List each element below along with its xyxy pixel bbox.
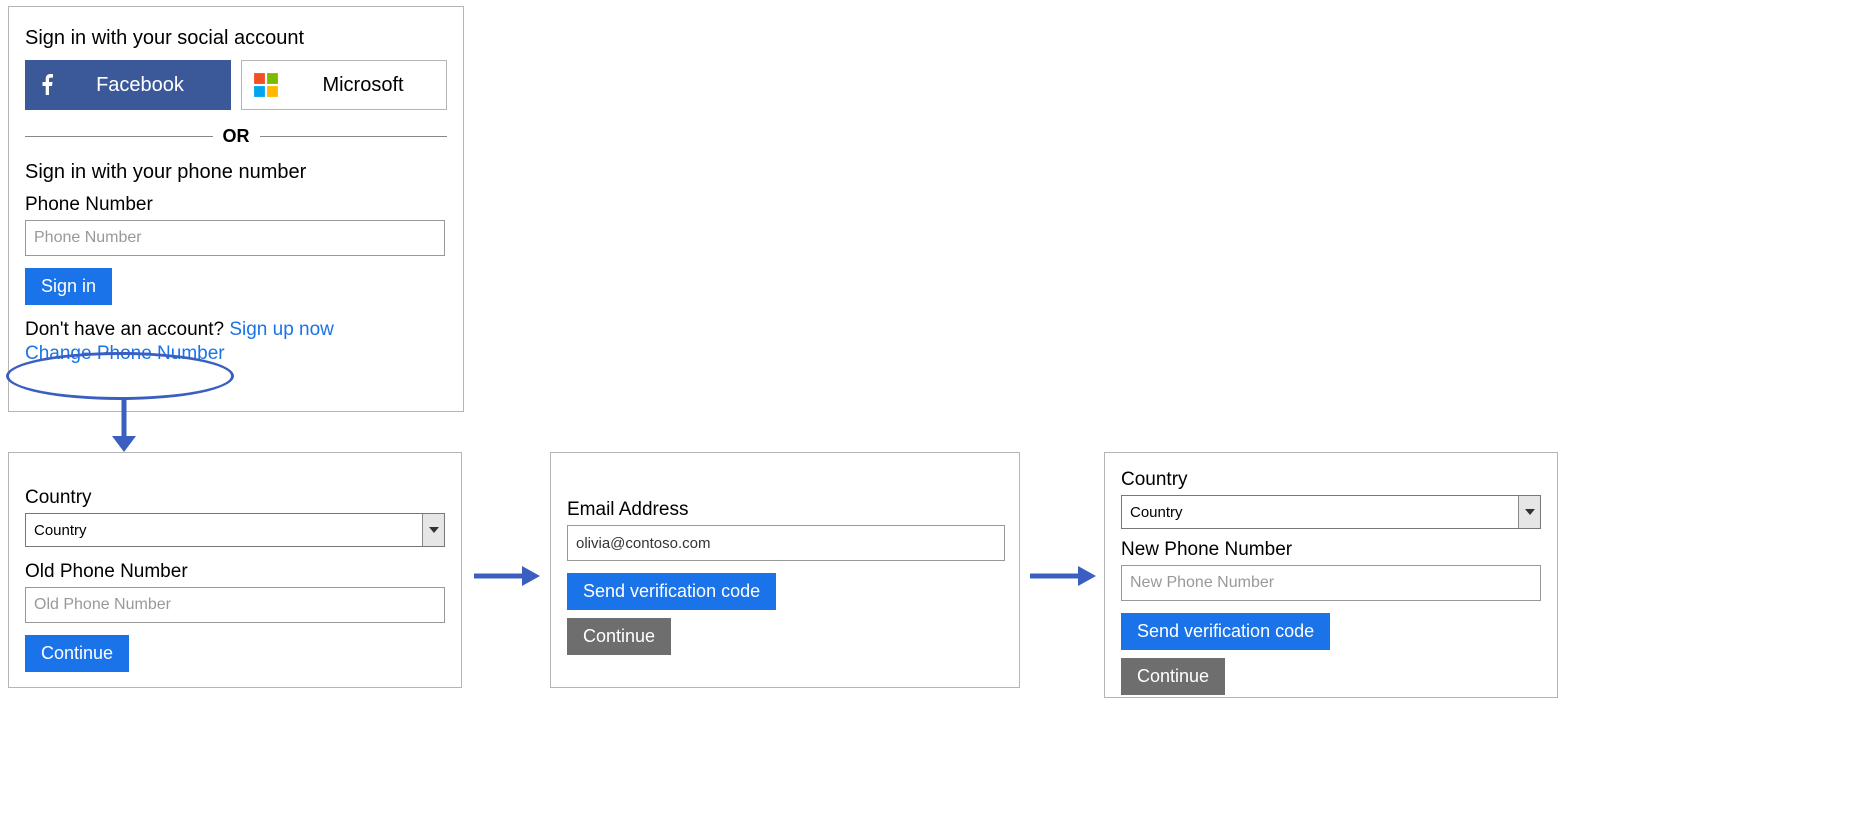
chevron-down-icon: [1518, 496, 1540, 528]
microsoft-button[interactable]: Microsoft: [241, 60, 447, 110]
old-phone-input[interactable]: [25, 587, 445, 623]
facebook-label: Facebook: [70, 74, 230, 97]
email-input[interactable]: [567, 525, 1005, 561]
arrow-right-1: [472, 558, 542, 594]
signin-panel: Sign in with your social account Faceboo…: [8, 6, 464, 412]
signup-link[interactable]: Sign up now: [229, 319, 334, 340]
country-label-3: Country: [1121, 469, 1541, 491]
new-phone-label: New Phone Number: [1121, 539, 1541, 561]
phone-input[interactable]: [25, 220, 445, 256]
country-select-1-text: Country: [26, 522, 422, 539]
country-label-1: Country: [25, 487, 445, 509]
old-phone-label: Old Phone Number: [25, 561, 445, 583]
country-select-3-text: Country: [1122, 504, 1518, 521]
country-select-3[interactable]: Country: [1121, 495, 1541, 529]
facebook-icon: [26, 71, 70, 99]
step3-panel: Country Country New Phone Number Send ve…: [1104, 452, 1558, 698]
social-buttons-row: Facebook Microsoft: [25, 60, 447, 110]
no-account-text: Don't have an account?: [25, 319, 229, 340]
arrow-right-2: [1028, 558, 1098, 594]
send-code-button-3[interactable]: Send verification code: [1121, 613, 1330, 650]
microsoft-label: Microsoft: [290, 74, 446, 97]
new-phone-input[interactable]: [1121, 565, 1541, 601]
or-text: OR: [223, 126, 250, 147]
signin-button[interactable]: Sign in: [25, 268, 112, 305]
facebook-button[interactable]: Facebook: [25, 60, 231, 110]
or-divider: OR: [25, 126, 447, 147]
continue-button-1[interactable]: Continue: [25, 635, 129, 672]
signup-row: Don't have an account? Sign up now: [25, 319, 447, 341]
send-code-button-2[interactable]: Send verification code: [567, 573, 776, 610]
step1-panel: Country Country Old Phone Number Continu…: [8, 452, 462, 688]
continue-button-3[interactable]: Continue: [1121, 658, 1225, 695]
chevron-down-icon: [422, 514, 444, 546]
phone-heading: Sign in with your phone number: [25, 161, 447, 184]
change-phone-link[interactable]: Change Phone Number: [25, 343, 225, 364]
social-heading: Sign in with your social account: [25, 27, 447, 50]
phone-label: Phone Number: [25, 194, 447, 216]
country-select-1[interactable]: Country: [25, 513, 445, 547]
step2-panel: Email Address Send verification code Con…: [550, 452, 1020, 688]
email-label: Email Address: [567, 499, 1003, 521]
microsoft-icon: [242, 72, 290, 98]
continue-button-2[interactable]: Continue: [567, 618, 671, 655]
